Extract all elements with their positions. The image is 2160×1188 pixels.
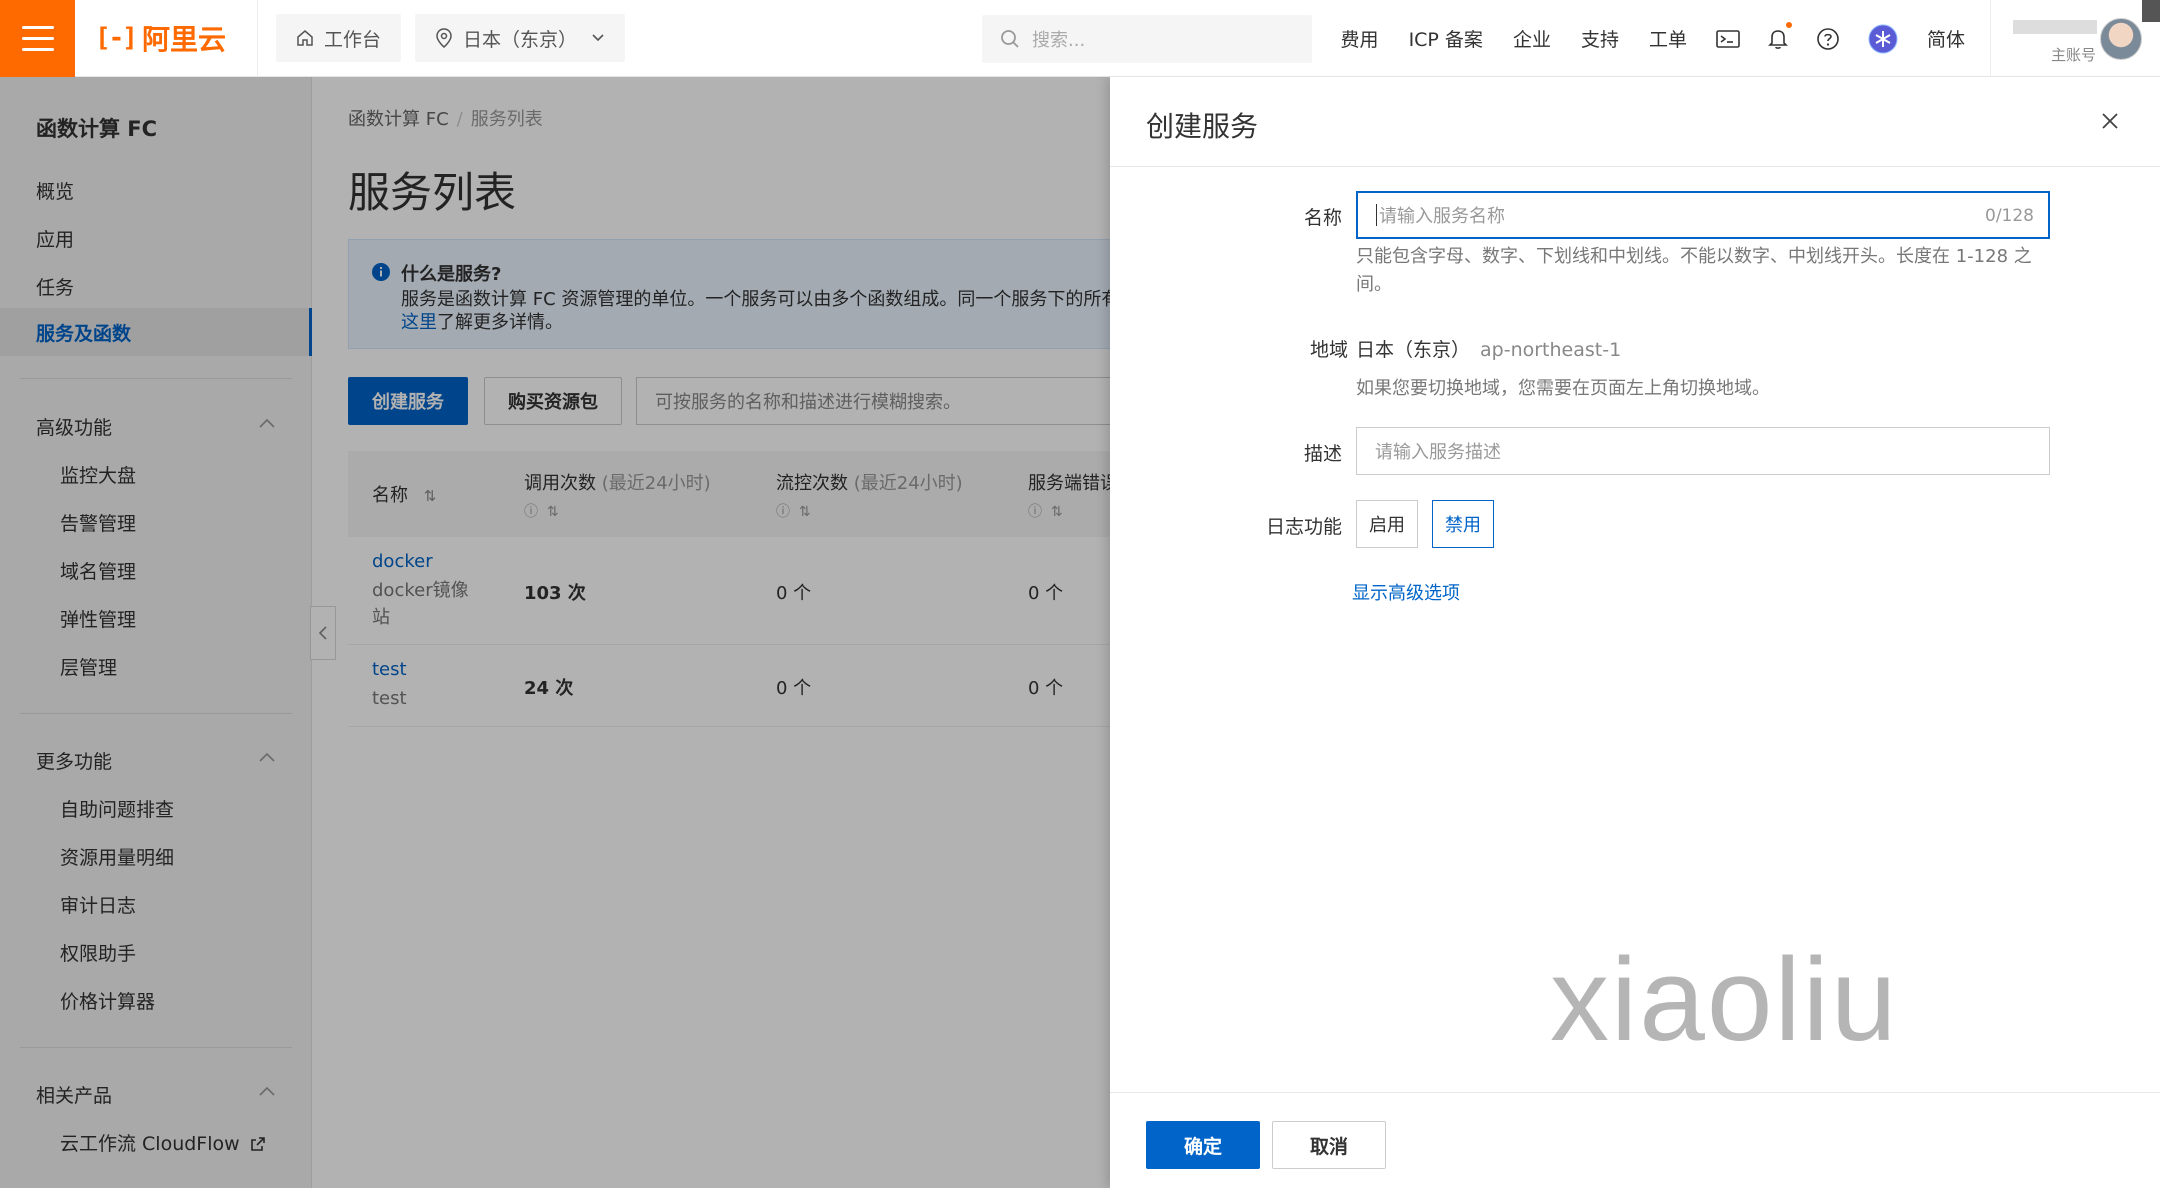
region-value: 日本（东京） ap-northeast-1: [1356, 335, 1621, 362]
logo-mark-icon: [-]: [95, 23, 138, 53]
region-label: 日本（东京）: [463, 28, 578, 51]
search-placeholder: 搜索...: [1032, 30, 1086, 51]
show-advanced-link[interactable]: 显示高级选项: [1352, 579, 1460, 605]
region-label: 地域: [1309, 339, 1348, 361]
log-enable-button[interactable]: 启用: [1356, 500, 1418, 548]
ai-assistant-icon[interactable]: [1868, 24, 1898, 54]
language-switch[interactable]: 简体: [1927, 25, 1965, 52]
menu-icon[interactable]: [0, 0, 75, 77]
nav-support[interactable]: 支持: [1581, 25, 1619, 52]
search-input[interactable]: 搜索...: [982, 15, 1312, 63]
location-icon: [436, 28, 452, 48]
watermark: xiaoliu: [1550, 934, 1899, 1066]
chevron-down-icon: [592, 34, 604, 42]
region-hint: 如果您要切换地域，您需要在页面左上角切换地域。: [1356, 378, 1770, 399]
region-code: ap-northeast-1: [1480, 339, 1622, 361]
confirm-button[interactable]: 确定: [1146, 1121, 1260, 1169]
region-selector[interactable]: 日本（东京）: [415, 14, 626, 62]
nav-enterprise[interactable]: 企业: [1513, 25, 1551, 52]
region-name: 日本（东京）: [1356, 339, 1471, 361]
nav-ticket[interactable]: 工单: [1649, 25, 1687, 52]
top-right-nav: 费用 ICP 备案 企业 支持 工单 简体 主账号: [1326, 0, 2160, 77]
nav-icp[interactable]: ICP 备案: [1409, 25, 1483, 52]
divider: [1110, 1092, 2160, 1093]
modal-overlay[interactable]: [0, 77, 1110, 1188]
divider: [1110, 166, 2160, 167]
account-menu[interactable]: 主账号: [1990, 0, 2160, 77]
search-icon: [1001, 30, 1019, 48]
log-label: 日志功能: [1265, 516, 1342, 538]
create-service-drawer: 创建服务 名称 请输入服务名称 0/128 只能包含字母、数字、下划线和中划线。…: [1110, 77, 2160, 1188]
avatar[interactable]: [2100, 18, 2142, 60]
drawer-title: 创建服务: [1146, 110, 1259, 143]
help-icon[interactable]: [1816, 27, 1840, 51]
close-icon[interactable]: [2100, 111, 2120, 131]
home-icon: [297, 30, 313, 46]
workbench-label: 工作台: [324, 28, 382, 51]
workbench-button[interactable]: 工作台: [276, 14, 402, 62]
terminal-icon[interactable]: [1716, 29, 1740, 49]
aliyun-logo[interactable]: [-] 阿里云: [95, 18, 245, 58]
notification-dot: [1785, 21, 1792, 28]
nav-billing[interactable]: 费用: [1341, 25, 1379, 52]
divider: [257, 0, 258, 77]
name-label: 名称: [1303, 207, 1342, 229]
log-disable-button[interactable]: 禁用: [1432, 500, 1494, 548]
scrollbar[interactable]: [2142, 0, 2160, 22]
text-caret: [1376, 204, 1377, 226]
name-hint: 只能包含字母、数字、下划线和中划线。不能以数字、中划线开头。长度在 1-128 …: [1356, 246, 2032, 295]
bell-icon[interactable]: [1768, 21, 1792, 50]
cancel-button[interactable]: 取消: [1272, 1121, 1386, 1169]
description-label: 描述: [1303, 443, 1342, 465]
service-description-input[interactable]: 请输入服务描述: [1356, 427, 2050, 475]
char-counter: 0/128: [1985, 206, 2034, 226]
account-name-blurred: [2013, 20, 2097, 34]
service-name-input[interactable]: 请输入服务名称 0/128: [1356, 191, 2050, 239]
name-placeholder: 请输入服务名称: [1379, 206, 1505, 227]
account-type: 主账号: [2051, 46, 2097, 64]
description-placeholder: 请输入服务描述: [1375, 442, 1501, 463]
logo-text: 阿里云: [141, 23, 226, 56]
